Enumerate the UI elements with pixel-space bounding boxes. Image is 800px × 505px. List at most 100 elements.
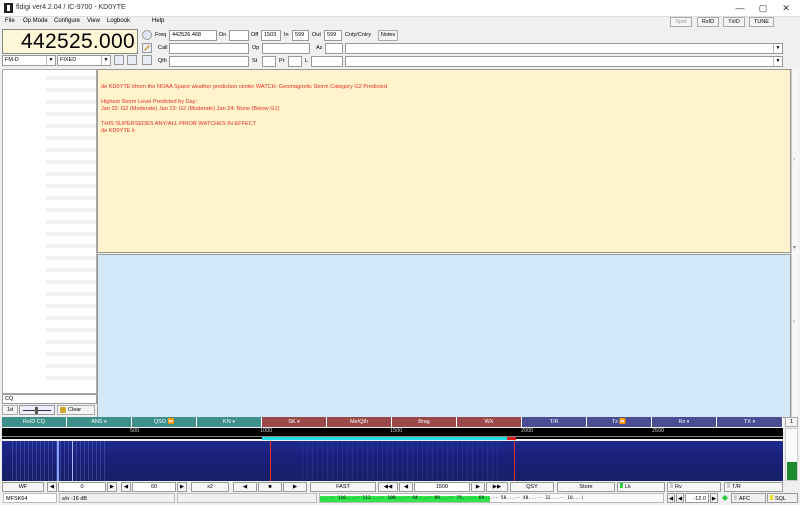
macro-button-9[interactable]: T/R	[522, 417, 587, 427]
store-button[interactable]: Store	[557, 482, 615, 492]
call-field[interactable]	[169, 43, 249, 54]
locator-field[interactable]	[311, 56, 343, 67]
menu-op-mode[interactable]: Op Mode	[23, 18, 48, 24]
pencil-icon[interactable]	[142, 43, 152, 53]
frequency-display[interactable]: 442525.000	[2, 29, 138, 54]
range-decrease-button[interactable]: ◀	[121, 482, 131, 492]
rig-icon-1[interactable]	[114, 55, 124, 65]
spot-button[interactable]: Spot	[670, 17, 692, 27]
carrier-freq-field[interactable]: 1500	[414, 482, 470, 492]
macro-button-7[interactable]: Brag	[392, 417, 457, 427]
wf-mode-button[interactable]: WF	[2, 482, 44, 492]
bandwidth-marker	[262, 437, 512, 440]
scope-text: ...-- 116...-- 112...-- 108...-- 94...--…	[321, 496, 584, 501]
fast-back-button[interactable]: ◀◀	[378, 482, 398, 492]
off-field[interactable]: 1503	[261, 30, 281, 41]
tr-toggle[interactable]: T/R	[724, 482, 783, 492]
ref-level-field[interactable]: 0	[58, 482, 106, 492]
op-field[interactable]	[262, 43, 310, 54]
fast-forward-button[interactable]: ▶▶	[486, 482, 508, 492]
save-icon[interactable]	[142, 55, 152, 65]
speed-button[interactable]: FAST	[310, 482, 376, 492]
snr-status: s/n -16 dB	[59, 493, 175, 503]
st-label: St	[252, 58, 258, 64]
mode-select[interactable]: FM-D ▼	[2, 55, 56, 66]
reverse-toggle[interactable]: Rv	[667, 482, 721, 492]
mode-status[interactable]: MFSK64	[3, 493, 57, 503]
rxid-button[interactable]: RxID	[697, 17, 719, 27]
receive-text-panel[interactable]: de KD0YTE kfrom the NOAA Space weather p…	[97, 69, 791, 253]
forward-button[interactable]: ▶	[471, 482, 485, 492]
macro-button-4[interactable]: KN ⏸	[197, 417, 262, 427]
macro-button-10[interactable]: Tx ⏩	[587, 417, 652, 427]
bandwidth-select[interactable]: FIXED ▼	[57, 55, 111, 66]
center-button[interactable]: ■	[258, 482, 282, 492]
scroll-left-button[interactable]: ◀	[233, 482, 257, 492]
close-button[interactable]: ✕	[778, 2, 794, 14]
macro-button-6[interactable]: Me/Qth	[327, 417, 392, 427]
waterfall-area[interactable]: 500 1000 1500 2000 2500	[2, 428, 783, 481]
cq-search-field[interactable]: CQ	[2, 394, 97, 404]
ref-decrease-button[interactable]: ◀	[47, 482, 57, 492]
level-down-button[interactable]: ◀	[676, 493, 684, 503]
menu-file[interactable]: File	[5, 18, 15, 24]
qsy-button[interactable]: QSY	[510, 482, 554, 492]
macro-button-11[interactable]: Rx ⏸	[652, 417, 717, 427]
county-select[interactable]: ▼	[345, 56, 783, 67]
rx-line: de KD0YTE kfrom the NOAA Space weather p…	[101, 84, 388, 90]
squelch-slider[interactable]	[19, 405, 55, 415]
level-down-fast-button[interactable]: ◀	[667, 493, 675, 503]
menu-logbook[interactable]: Logbook	[107, 18, 130, 24]
ref-increase-button[interactable]: ▶	[107, 482, 117, 492]
tune-button[interactable]: TUNE	[749, 17, 774, 27]
on-field[interactable]	[229, 30, 249, 41]
macro-button-2[interactable]: ANS ⏸	[67, 417, 132, 427]
minimize-button[interactable]: —	[732, 2, 748, 14]
tx-indicator-icon: ◆	[721, 493, 729, 502]
az-field[interactable]	[325, 43, 343, 54]
level-up-button[interactable]: ▶	[710, 493, 718, 503]
speed-button[interactable]: 1d	[2, 405, 18, 415]
scroll-right-button[interactable]: ▶	[283, 482, 307, 492]
back-button[interactable]: ◀	[399, 482, 413, 492]
menu-view[interactable]: View	[87, 18, 100, 24]
lock-toggle[interactable]: Lk	[617, 482, 665, 492]
country-select[interactable]: ▼	[345, 43, 783, 54]
transmit-text-panel[interactable]	[97, 254, 791, 418]
maximize-button[interactable]: ▢	[755, 2, 771, 14]
menu-configure[interactable]: Configure	[54, 18, 80, 24]
carrier-marker	[507, 437, 516, 440]
province-field[interactable]	[288, 56, 302, 67]
macro-button-3[interactable]: QSO ⏩	[132, 417, 197, 427]
macro-button-1[interactable]: RxID CQ	[2, 417, 67, 427]
rst-in-field[interactable]: 599	[292, 30, 309, 41]
txid-button[interactable]: TxID	[723, 17, 745, 27]
menu-help[interactable]: Help	[152, 18, 164, 24]
macro-button-8[interactable]: WX	[457, 417, 522, 427]
state-field[interactable]	[262, 56, 276, 67]
macro-set-button[interactable]: 1	[785, 417, 798, 427]
l-label: L	[305, 58, 309, 64]
chevron-down-icon: ▼	[46, 56, 55, 65]
zoom-button[interactable]: x2	[191, 482, 229, 492]
tick-label: 2500	[652, 428, 665, 434]
afc-toggle[interactable]: AFC	[731, 493, 766, 503]
rig-settings-icon[interactable]	[142, 30, 152, 40]
rig-icon-2[interactable]	[127, 55, 137, 65]
macro-button-12[interactable]: TX ⏸	[717, 417, 783, 427]
range-field[interactable]: 60	[132, 482, 176, 492]
sql-toggle[interactable]: SQL	[767, 493, 798, 503]
op-label: Op	[252, 45, 260, 51]
freq-field[interactable]: 442526.468	[169, 30, 217, 41]
signal-browser[interactable]	[2, 69, 97, 394]
macro-button-5[interactable]: SK ⏸	[262, 417, 327, 427]
qth-field[interactable]	[169, 56, 249, 67]
level-field[interactable]: -12.0	[685, 493, 709, 503]
notes-button[interactable]: Notes	[378, 30, 398, 41]
rst-out-field[interactable]: 599	[324, 30, 342, 41]
vertical-scrollbar[interactable]: › ▾ ›	[791, 69, 799, 418]
waterfall-display[interactable]	[2, 441, 783, 481]
clear-button[interactable]: Clear	[57, 405, 95, 415]
indicator-icon	[734, 495, 737, 500]
range-increase-button[interactable]: ▶	[177, 482, 187, 492]
